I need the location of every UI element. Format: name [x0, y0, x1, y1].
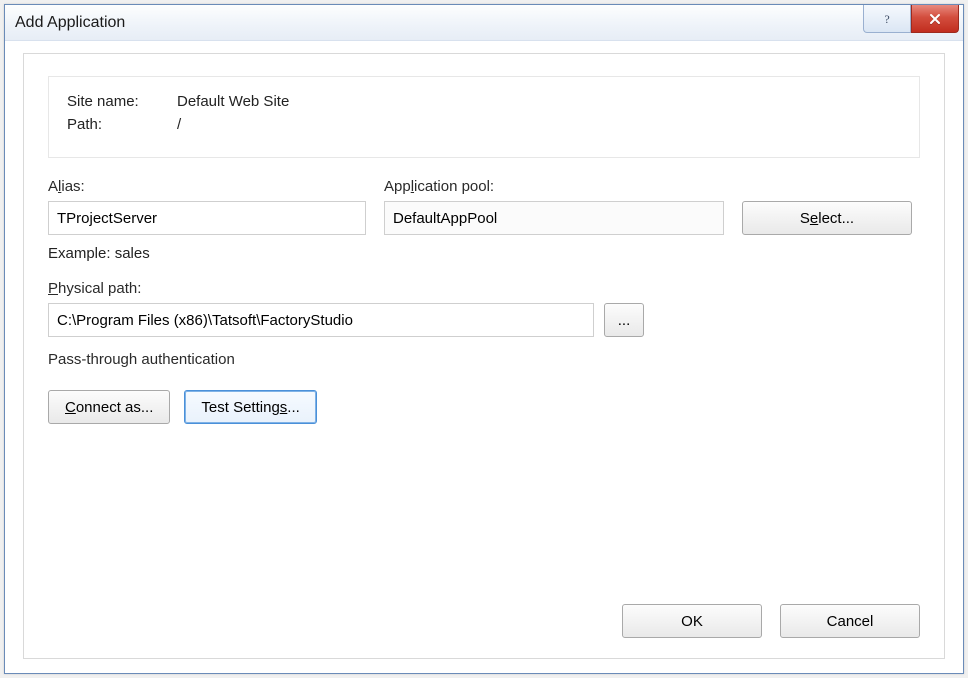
physical-path-input[interactable] — [48, 303, 594, 337]
path-value: / — [177, 116, 181, 133]
physical-path-row: ... — [48, 303, 920, 337]
close-icon — [928, 12, 942, 26]
help-button[interactable]: ? — [863, 5, 911, 33]
svg-text:?: ? — [884, 12, 889, 26]
close-button[interactable] — [911, 5, 959, 33]
cancel-button[interactable]: Cancel — [780, 604, 920, 638]
titlebar-buttons: ? — [863, 5, 963, 40]
help-icon: ? — [880, 12, 894, 26]
test-settings-button[interactable]: Test Settings... — [184, 390, 316, 424]
alias-pool-row: Alias: Application pool: Select... — [48, 178, 920, 235]
ok-button[interactable]: OK — [622, 604, 762, 638]
auth-label: Pass-through authentication — [48, 351, 920, 368]
browse-button[interactable]: ... — [604, 303, 644, 337]
path-label: Path: — [67, 116, 177, 133]
connect-as-button[interactable]: Connect as... — [48, 390, 170, 424]
alias-hint: Example: sales — [48, 245, 920, 262]
dialog-window: Add Application ? Site name: Default Web… — [4, 4, 964, 674]
dialog-content: Site name: Default Web Site Path: / Alia… — [23, 53, 945, 659]
dialog-footer: OK Cancel — [622, 604, 920, 638]
physical-path-label: Physical path: — [48, 280, 920, 297]
sitename-label: Site name: — [67, 93, 177, 110]
alias-label: Alias: — [48, 178, 366, 195]
site-info-box: Site name: Default Web Site Path: / — [48, 76, 920, 158]
titlebar: Add Application ? — [5, 5, 963, 41]
window-title: Add Application — [15, 14, 125, 32]
apppool-input[interactable] — [384, 201, 724, 235]
alias-input[interactable] — [48, 201, 366, 235]
select-button[interactable]: Select... — [742, 201, 912, 235]
apppool-label: Application pool: — [384, 178, 724, 195]
auth-button-row: Connect as... Test Settings... — [48, 390, 920, 424]
sitename-value: Default Web Site — [177, 93, 289, 110]
